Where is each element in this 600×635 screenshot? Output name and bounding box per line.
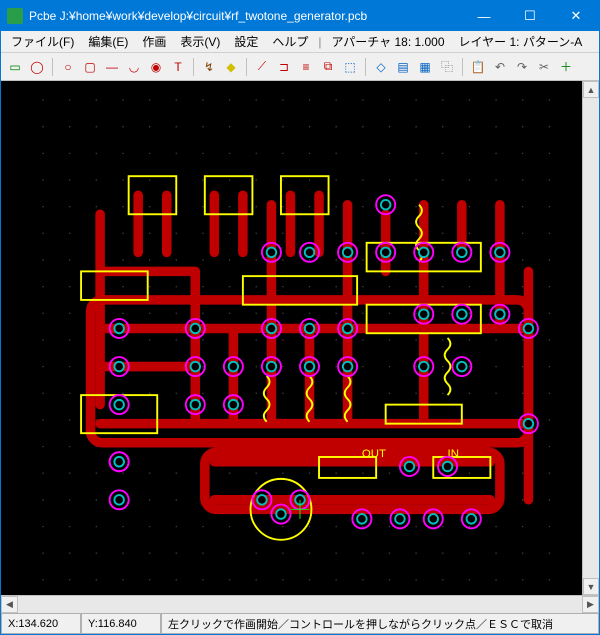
menu-view[interactable]: 表示(V) (174, 31, 226, 52)
menu-sep: | (316, 35, 323, 49)
grid-icon[interactable]: ▦ (415, 57, 435, 77)
app-icon (7, 8, 23, 24)
align-icon[interactable]: ≡ (296, 57, 316, 77)
target-icon[interactable]: ＋ (556, 57, 576, 77)
erase-icon[interactable]: ◆ (221, 57, 241, 77)
status-x: X:134.620 (1, 613, 81, 634)
scroll-down-icon[interactable]: ▼ (583, 578, 599, 595)
aperture-info[interactable]: アパーチャ 18: 1.000 (326, 31, 451, 52)
window-title: Pcbe J:¥home¥work¥develop¥circuit¥rf_two… (29, 9, 461, 23)
vscroll-track[interactable] (583, 98, 599, 578)
undo-icon[interactable]: ↶ (490, 57, 510, 77)
menu-edit[interactable]: 編集(E) (82, 31, 134, 52)
menubar: ファイル(F) 編集(E) 作画 表示(V) 設定 ヘルプ | アパーチャ 18… (1, 31, 599, 53)
maximize-button[interactable]: ☐ (507, 1, 553, 31)
cut-icon[interactable]: ⟋ (252, 57, 272, 77)
layer-info[interactable]: レイヤー 1: パターン-A (453, 31, 589, 52)
titlebar[interactable]: Pcbe J:¥home¥work¥develop¥circuit¥rf_two… (1, 1, 599, 31)
statusbar: X:134.620 Y:116.840 左クリックで作画開始／コントロールを押し… (1, 612, 599, 634)
menu-draw[interactable]: 作画 (136, 31, 172, 52)
status-y: Y:116.840 (81, 613, 161, 634)
status-message: 左クリックで作画開始／コントロールを押しながらクリック点／ＥＳＣで取消 (161, 613, 599, 634)
marquee-icon[interactable]: ⬚ (340, 57, 360, 77)
label-out: OUT (362, 448, 386, 460)
redo-icon[interactable]: ↷ (512, 57, 532, 77)
select-icon[interactable]: ▭ (5, 57, 25, 77)
horizontal-scrollbar[interactable]: ◀ ▶ (1, 595, 599, 612)
pcb-canvas[interactable]: OUT IN (1, 81, 599, 595)
text-icon[interactable]: T (168, 57, 188, 77)
minimize-button[interactable]: — (461, 1, 507, 31)
menu-file[interactable]: ファイル(F) (5, 31, 80, 52)
donut-icon[interactable]: ◉ (146, 57, 166, 77)
arc-icon[interactable]: ◡ (124, 57, 144, 77)
line-icon[interactable]: — (102, 57, 122, 77)
shape-ring-icon[interactable]: ◯ (27, 57, 47, 77)
paste-icon[interactable]: 📋 (468, 57, 488, 77)
hscroll-track[interactable] (18, 596, 582, 613)
join-icon[interactable]: ⊐ (274, 57, 294, 77)
scroll-left-icon[interactable]: ◀ (1, 596, 18, 613)
menu-help[interactable]: ヘルプ (266, 31, 314, 52)
canvas-area: OUT IN ▲ ▼ ◀ ▶ (1, 81, 599, 612)
lasso-icon[interactable]: ◇ (371, 57, 391, 77)
route-icon[interactable]: ↯ (199, 57, 219, 77)
group-icon[interactable]: ⧉ (318, 57, 338, 77)
app-window: Pcbe J:¥home¥work¥develop¥circuit¥rf_two… (0, 0, 600, 635)
window-controls: — ☐ ✕ (461, 1, 599, 31)
shape-rect-icon[interactable]: ▢ (80, 57, 100, 77)
shape-circle-icon[interactable]: ○ (58, 57, 78, 77)
copy-icon[interactable]: ⿻ (437, 57, 457, 77)
menu-settings[interactable]: 設定 (228, 31, 264, 52)
layer-icon[interactable]: ▤ (393, 57, 413, 77)
pcb-drawing: OUT IN (1, 81, 599, 595)
cut2-icon[interactable]: ✂ (534, 57, 554, 77)
scroll-up-icon[interactable]: ▲ (583, 81, 599, 98)
vertical-scrollbar[interactable]: ▲ ▼ (582, 81, 599, 595)
toolbar: ▭◯ ○▢—◡◉T ↯◆ ⟋⊐≡⧉⬚ ◇▤▦⿻ 📋↶↷✂＋ (1, 53, 599, 81)
close-button[interactable]: ✕ (553, 1, 599, 31)
scroll-right-icon[interactable]: ▶ (582, 596, 599, 613)
